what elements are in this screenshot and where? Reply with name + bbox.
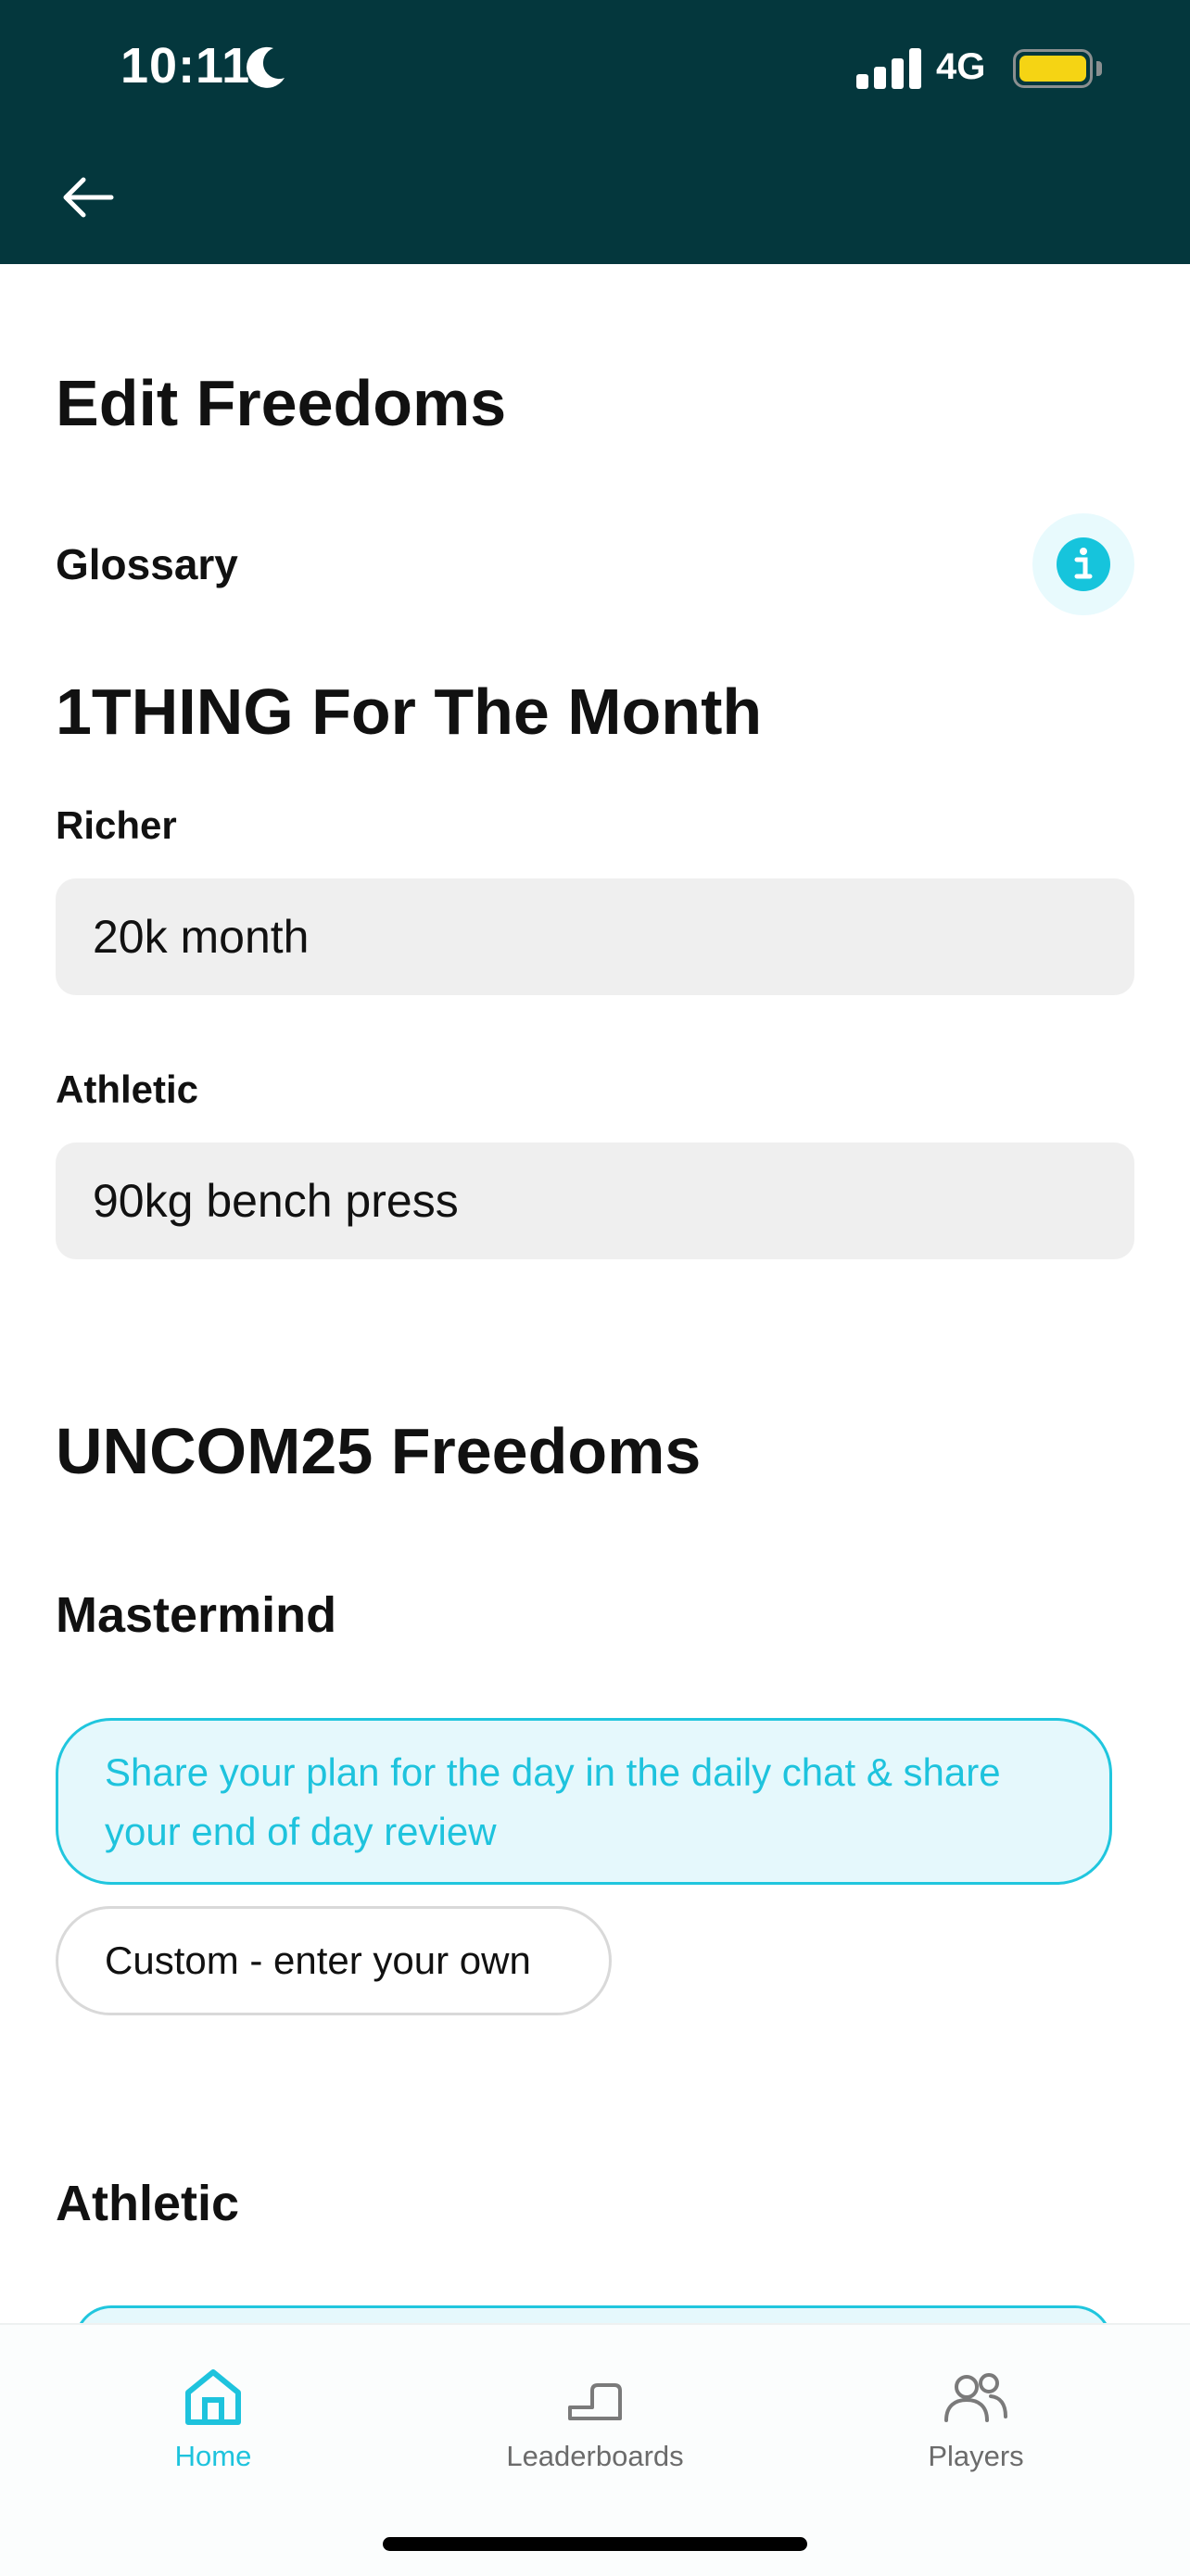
signal-icon [856,48,923,89]
glossary-label: Glossary [56,540,238,588]
arrow-left-icon [61,176,115,223]
tab-players[interactable]: Players [837,2362,1115,2473]
mastermind-option-custom[interactable]: Custom - enter your own [56,1906,612,2015]
mastermind-heading: Mastermind [56,1587,337,1643]
app-header: 10:11 4G [0,0,1190,264]
glossary-info-button[interactable] [1032,513,1134,615]
stairs-icon [456,2362,734,2432]
battery-tip [1096,61,1102,76]
athletic-label: Athletic [56,1067,199,1111]
richer-label: Richer [56,803,177,847]
richer-input[interactable] [56,878,1134,995]
athletic-input[interactable] [56,1143,1134,1259]
tab-leaderboards-label: Leaderboards [506,2440,684,2472]
mastermind-option-daily-chat[interactable]: Share your plan for the day in the daily… [56,1718,1112,1885]
tab-leaderboards[interactable]: Leaderboards [456,2362,734,2473]
battery-icon [1013,49,1093,88]
back-button[interactable] [56,167,120,232]
info-icon [1057,537,1110,591]
network-type: 4G [936,46,986,87]
freedoms-heading: UNCOM25 Freedoms [56,1415,702,1487]
status-time: 10:11 [120,38,251,94]
tab-players-label: Players [928,2440,1024,2472]
home-indicator [383,2537,807,2551]
moon-icon [246,46,286,94]
home-icon [74,2362,352,2432]
one-thing-heading: 1THING For The Month [56,676,763,748]
athletic-heading: Athletic [56,2176,240,2231]
users-icon [837,2362,1115,2432]
tab-home-label: Home [174,2440,252,2472]
tab-home[interactable]: Home [74,2362,352,2473]
page-title: Edit Freedoms [56,367,507,439]
